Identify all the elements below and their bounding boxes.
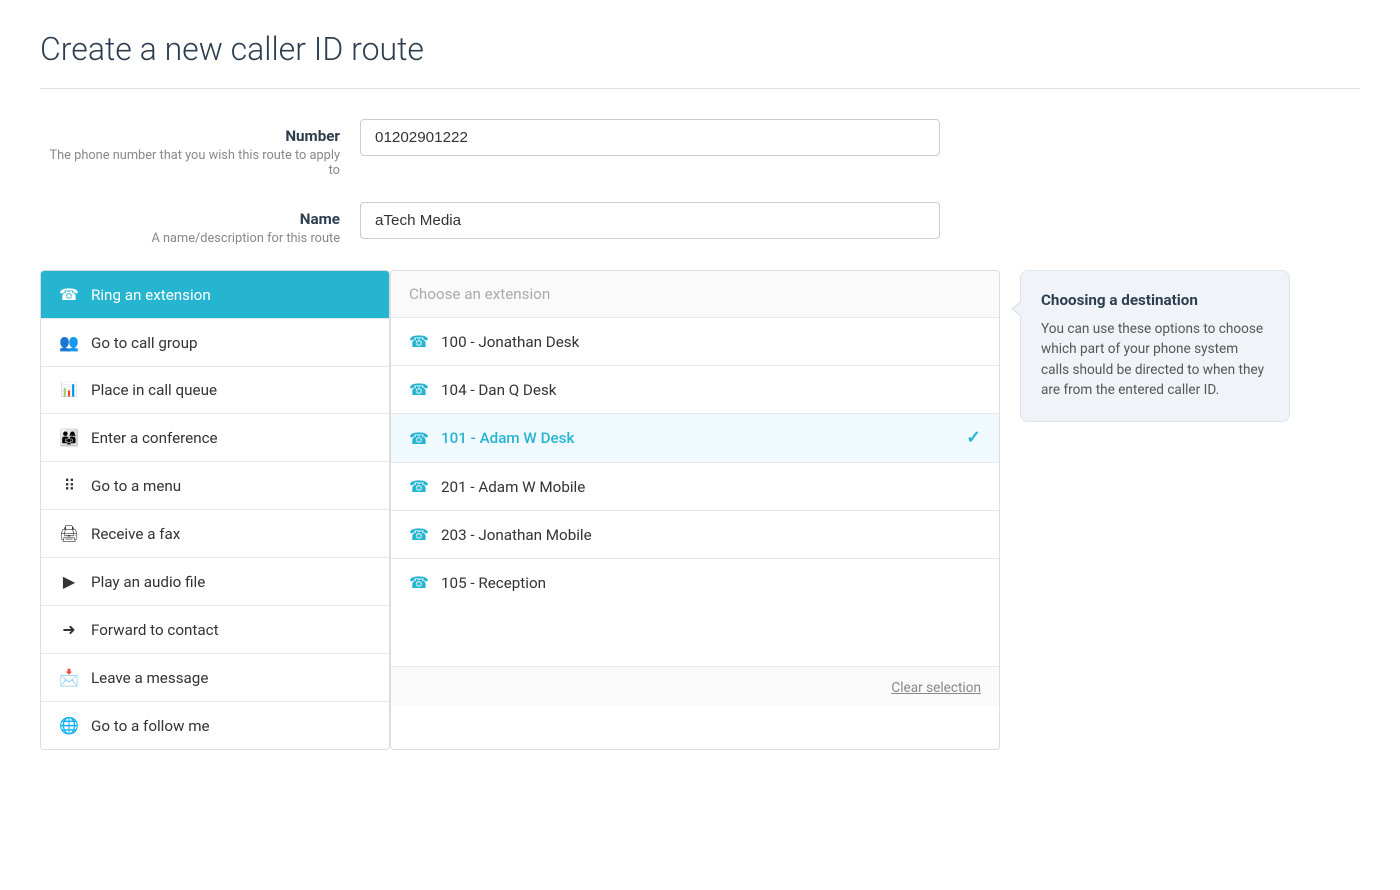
go-call-group-label: Go to call group [91, 334, 197, 352]
clear-selection-row: Clear selection [391, 666, 999, 706]
ext-203-name: 203 - Jonathan Mobile [441, 526, 592, 544]
name-row: Name A name/description for this route [40, 202, 1000, 246]
panels-row: ☎ Ring an extension 👥 Go to call group 📊… [40, 270, 1360, 750]
ext-203-icon: ☎ [409, 525, 429, 544]
ext-105-left: ☎ 105 - Reception [409, 573, 546, 592]
page-title: Create a new caller ID route [40, 30, 1360, 68]
dest-forward-contact[interactable]: ➜ Forward to contact [41, 606, 389, 654]
info-box-text: You can use these options to choose whic… [1041, 319, 1269, 401]
ext-100-left: ☎ 100 - Jonathan Desk [409, 332, 579, 351]
panels-left: ☎ Ring an extension 👥 Go to call group 📊… [40, 270, 1000, 750]
ext-101-icon: ☎ [409, 429, 429, 448]
ext-101-check: ✓ [966, 428, 981, 448]
ext-201[interactable]: ☎ 201 - Adam W Mobile [391, 463, 999, 511]
ext-201-icon: ☎ [409, 477, 429, 496]
follow-me-icon: 🌐 [59, 716, 79, 735]
ext-100-icon: ☎ [409, 332, 429, 351]
go-call-group-icon: 👥 [59, 333, 79, 352]
ext-203[interactable]: ☎ 203 - Jonathan Mobile [391, 511, 999, 559]
form-section: Number The phone number that you wish th… [40, 119, 1000, 246]
dest-go-menu[interactable]: ⠿ Go to a menu [41, 462, 389, 510]
ext-104-icon: ☎ [409, 380, 429, 399]
ext-105[interactable]: ☎ 105 - Reception [391, 559, 999, 606]
info-box-title: Choosing a destination [1041, 291, 1269, 309]
dest-go-call-group[interactable]: 👥 Go to call group [41, 319, 389, 367]
dest-ring-extension[interactable]: ☎ Ring an extension [41, 271, 389, 319]
dest-follow-me[interactable]: 🌐 Go to a follow me [41, 702, 389, 749]
leave-message-label: Leave a message [91, 669, 208, 687]
enter-conference-icon: 👨‍👩‍👧 [59, 428, 79, 447]
name-input-col [360, 202, 1000, 239]
dest-play-audio[interactable]: ▶ Play an audio file [41, 558, 389, 606]
enter-conference-label: Enter a conference [91, 429, 218, 447]
name-desc: A name/description for this route [40, 231, 340, 246]
number-input-col [360, 119, 1000, 156]
dest-leave-message[interactable]: 📩 Leave a message [41, 654, 389, 702]
ext-203-left: ☎ 203 - Jonathan Mobile [409, 525, 592, 544]
ext-104-left: ☎ 104 - Dan Q Desk [409, 380, 557, 399]
place-call-queue-icon: 📊 [59, 382, 79, 398]
leave-message-icon: 📩 [59, 668, 79, 687]
ext-101-name: 101 - Adam W Desk [441, 429, 574, 447]
ring-extension-icon: ☎ [59, 285, 79, 304]
dest-enter-conference[interactable]: 👨‍👩‍👧 Enter a conference [41, 414, 389, 462]
play-audio-label: Play an audio file [91, 573, 205, 591]
info-box: Choosing a destination You can use these… [1020, 270, 1290, 422]
ring-extension-label: Ring an extension [91, 286, 211, 304]
receive-fax-icon: 🖨 [59, 524, 79, 543]
divider [40, 88, 1360, 89]
go-menu-label: Go to a menu [91, 477, 181, 495]
dest-place-call-queue[interactable]: 📊 Place in call queue [41, 367, 389, 414]
number-label: Number [40, 127, 340, 145]
ext-105-name: 105 - Reception [441, 574, 546, 592]
dest-receive-fax[interactable]: 🖨 Receive a fax [41, 510, 389, 558]
destination-list: ☎ Ring an extension 👥 Go to call group 📊… [40, 270, 390, 750]
number-input[interactable] [360, 119, 940, 156]
receive-fax-label: Receive a fax [91, 525, 180, 543]
forward-contact-label: Forward to contact [91, 621, 219, 639]
number-label-col: Number The phone number that you wish th… [40, 119, 340, 178]
forward-contact-icon: ➜ [59, 620, 79, 639]
name-label-col: Name A name/description for this route [40, 202, 340, 246]
ext-105-icon: ☎ [409, 573, 429, 592]
ext-201-name: 201 - Adam W Mobile [441, 478, 585, 496]
extension-placeholder: Choose an extension [409, 285, 550, 303]
extension-spacer [391, 606, 999, 666]
clear-selection-link[interactable]: Clear selection [891, 680, 981, 696]
ext-104[interactable]: ☎ 104 - Dan Q Desk [391, 366, 999, 414]
ext-100[interactable]: ☎ 100 - Jonathan Desk [391, 318, 999, 366]
ext-101[interactable]: ☎ 101 - Adam W Desk ✓ [391, 414, 999, 463]
go-menu-icon: ⠿ [59, 476, 79, 495]
ext-201-left: ☎ 201 - Adam W Mobile [409, 477, 585, 496]
extension-header: Choose an extension [391, 271, 999, 318]
follow-me-label: Go to a follow me [91, 717, 210, 735]
place-call-queue-label: Place in call queue [91, 381, 217, 399]
ext-101-left: ☎ 101 - Adam W Desk [409, 429, 574, 448]
extension-panel: Choose an extension ☎ 100 - Jonathan Des… [390, 270, 1000, 750]
ext-100-name: 100 - Jonathan Desk [441, 333, 579, 351]
play-audio-icon: ▶ [59, 572, 79, 591]
ext-104-name: 104 - Dan Q Desk [441, 381, 557, 399]
number-row: Number The phone number that you wish th… [40, 119, 1000, 178]
number-desc: The phone number that you wish this rout… [40, 148, 340, 178]
name-input[interactable] [360, 202, 940, 239]
name-label: Name [40, 210, 340, 228]
